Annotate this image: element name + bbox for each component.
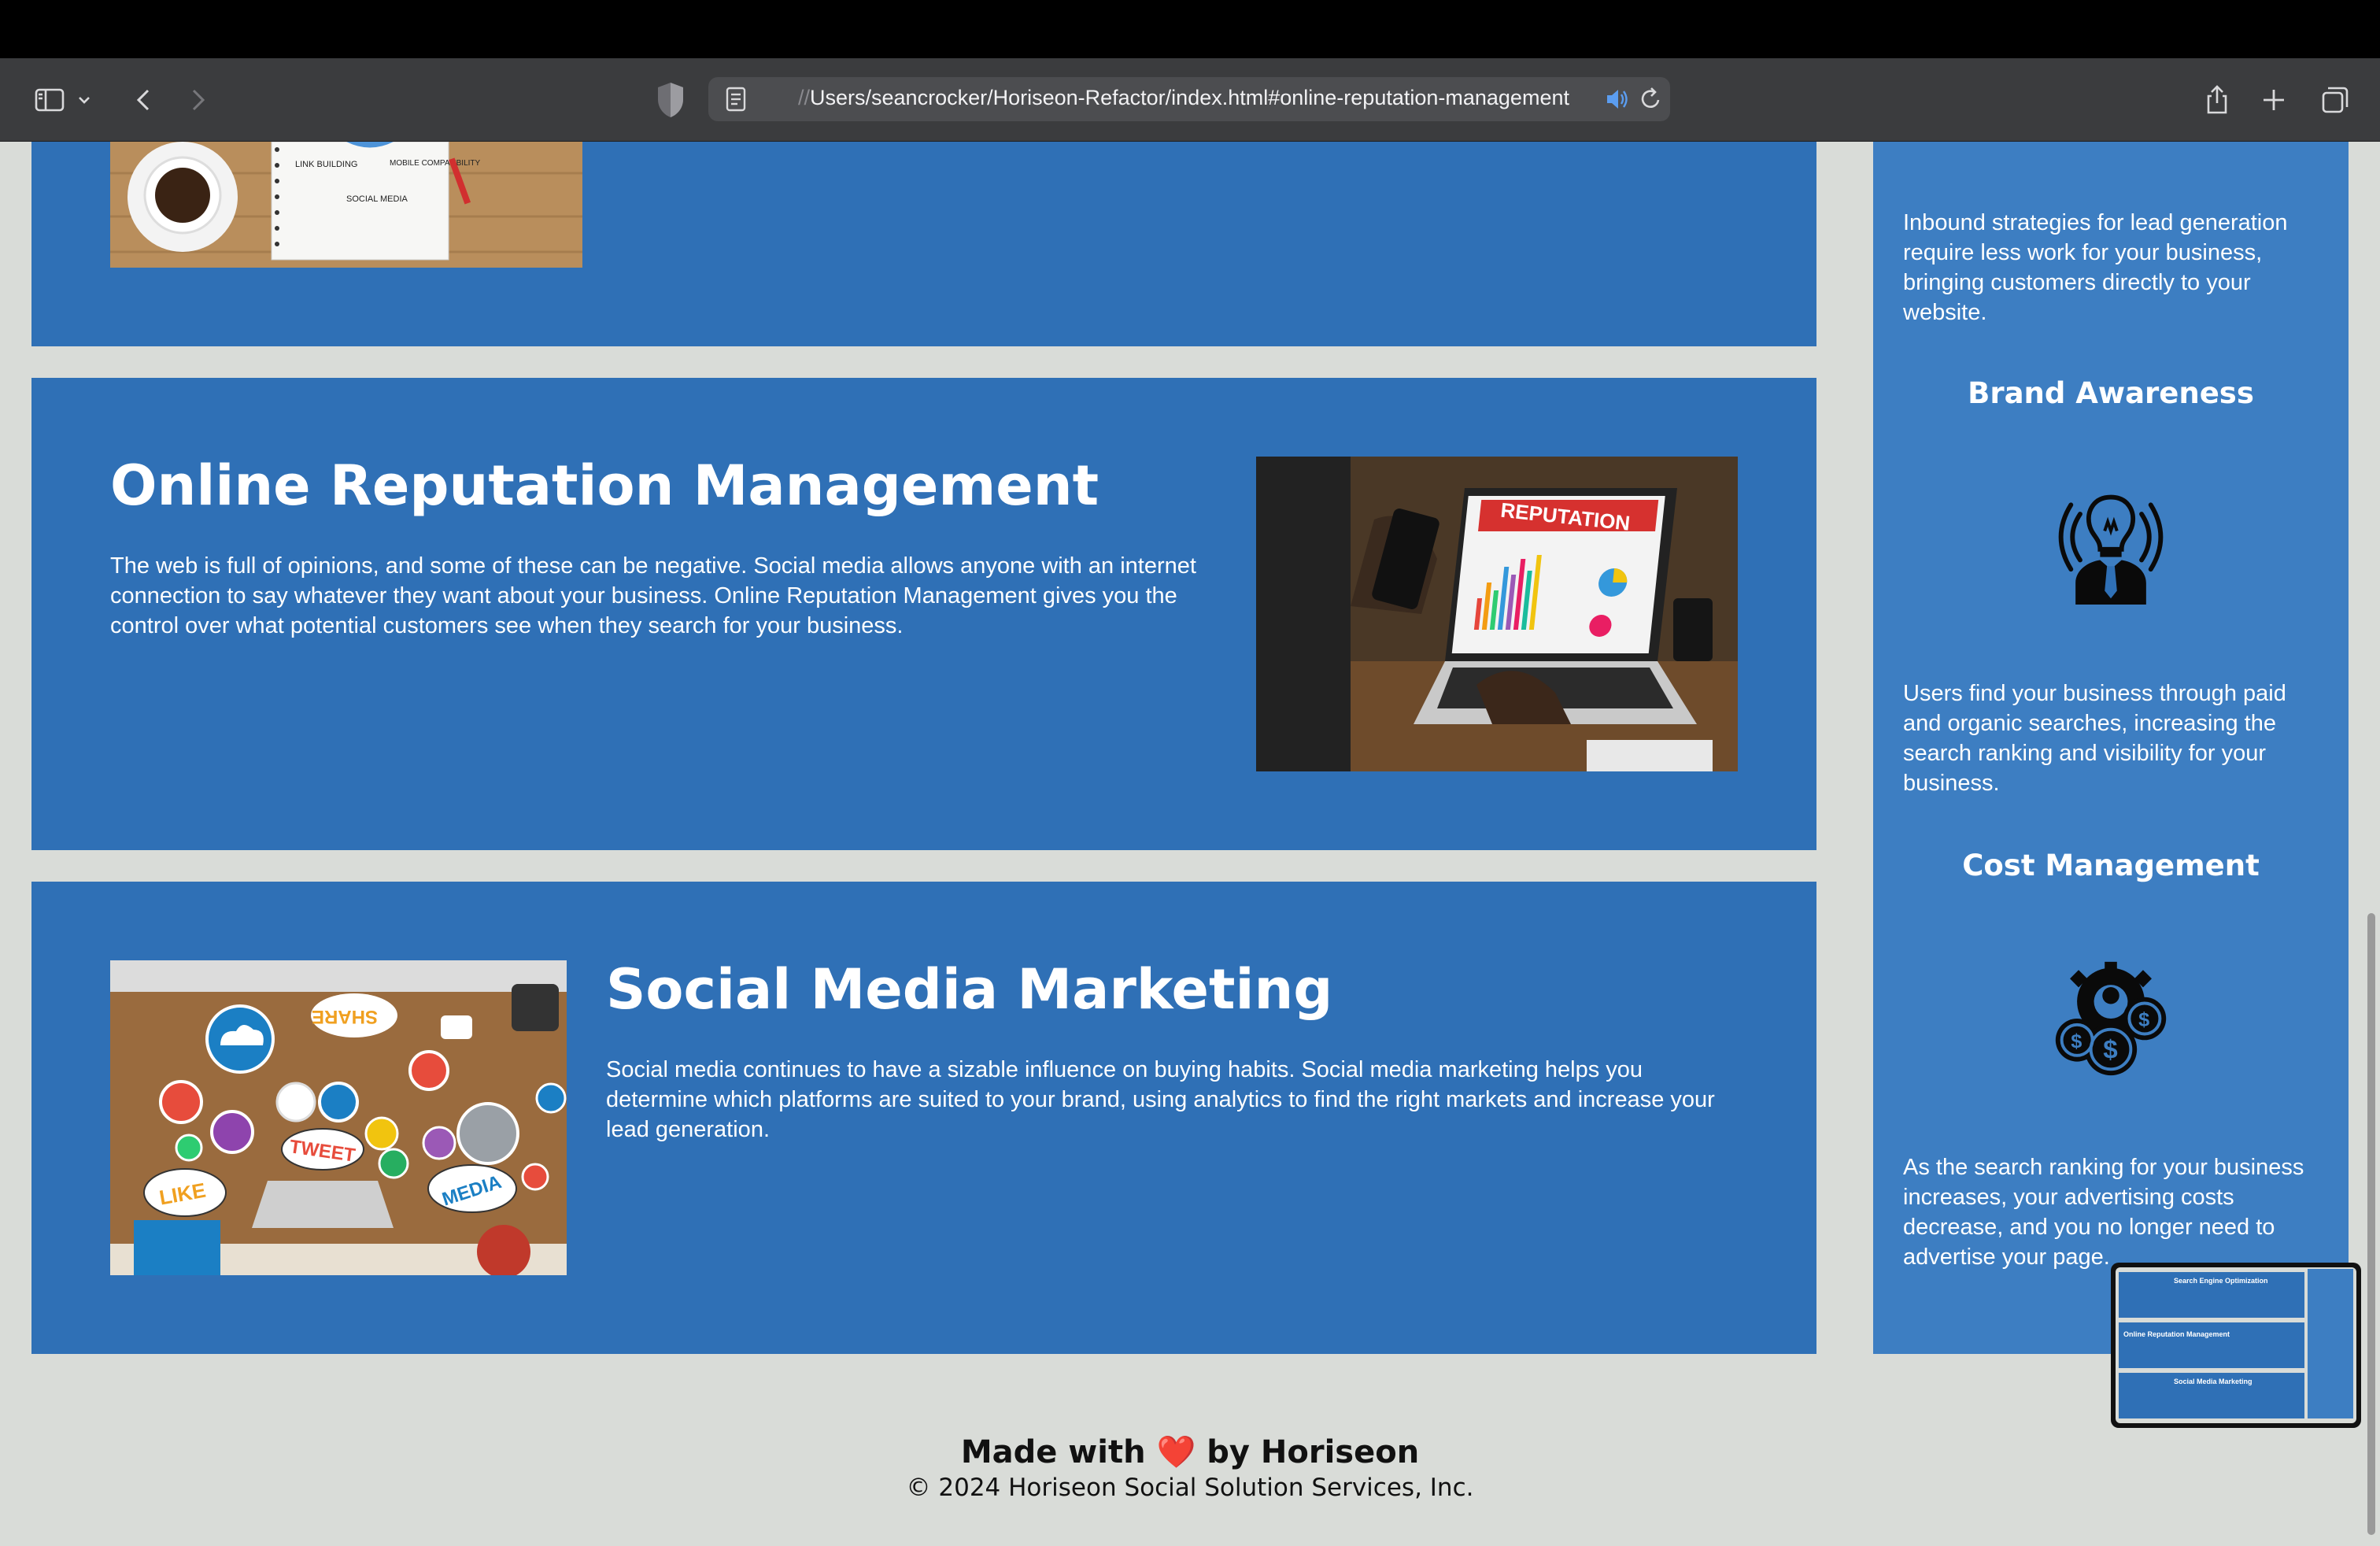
lightbulb-person-icon (2058, 494, 2164, 605)
thumb-item-3: Social Media Marketing (2174, 1378, 2252, 1385)
seo-word-1: LINK BUILDING (295, 160, 357, 169)
reputation-body: The web is full of opinions, and some of… (110, 553, 1196, 638)
share-word: SHARE (312, 1006, 378, 1027)
sidebar-toggle-icon[interactable] (28, 79, 71, 121)
gear-dollar-icon: $ $ $ (2055, 961, 2167, 1076)
made-suffix: by Horiseon (1207, 1434, 1420, 1470)
svg-text:$: $ (2103, 1036, 2117, 1065)
heart-icon: ❤️ (1156, 1434, 1196, 1470)
browser-toolbar: //Users/seancrocker/Horiseon-Refactor/in… (0, 58, 2380, 142)
chevron-down-icon[interactable] (72, 79, 96, 121)
lead-generation-text: Inbound strategies for lead generation r… (1903, 210, 2288, 325)
menu-bar-strip (0, 0, 2380, 58)
page-icon (726, 87, 746, 112)
vertical-scrollbar[interactable] (2367, 913, 2375, 1535)
seo-panel: LINK BUILDING MOBILE COMPATIBILITY SOCIA… (31, 142, 1816, 346)
seo-image: LINK BUILDING MOBILE COMPATIBILITY SOCIA… (110, 142, 582, 268)
made-prefix: Made with (960, 1434, 1146, 1470)
reload-icon[interactable] (1637, 85, 1664, 113)
made-with-line: Made with ❤️ by Horiseon (0, 1433, 2380, 1472)
thumb-item-1: Search Engine Optimization (2174, 1277, 2268, 1285)
brand-awareness-title: Brand Awareness (1968, 376, 2254, 410)
social-media-panel: SHARE TWEET LIKE MEDIA Social Media Mark… (31, 882, 1816, 1354)
tab-overview-icon[interactable] (2314, 79, 2356, 121)
reputation-panel: Online Reputation Management The web is … (31, 378, 1816, 850)
url-scheme: // (798, 86, 811, 109)
copyright-text: © 2024 Horiseon Social Solution Services… (906, 1474, 1474, 1502)
back-arrow-icon[interactable] (123, 79, 165, 121)
speaker-icon[interactable] (1604, 87, 1631, 112)
social-media-body: Social media continues to have a sizable… (606, 1057, 1715, 1142)
svg-text:$: $ (2071, 1030, 2082, 1052)
social-media-title: Social Media Marketing (606, 957, 1333, 1022)
web-page: LINK BUILDING MOBILE COMPATIBILITY SOCIA… (0, 142, 2380, 1546)
url-text[interactable]: //Users/seancrocker/Horiseon-Refactor/in… (798, 86, 1569, 110)
reputation-image: REPUTATION (1256, 457, 1738, 771)
benefits-sidebar: Inbound strategies for lead generation r… (1873, 142, 2349, 1354)
seo-word-2: MOBILE COMPATIBILITY (390, 159, 481, 168)
share-icon[interactable] (2196, 79, 2238, 121)
social-media-image: SHARE TWEET LIKE MEDIA (110, 960, 567, 1275)
privacy-shield-icon[interactable] (655, 80, 686, 120)
page-footer: Made with ❤️ by Horiseon © 2024 Horiseon… (0, 1433, 2380, 1503)
url-path: Users/seancrocker/Horiseon-Refactor/inde… (810, 86, 1569, 109)
new-tab-plus-icon[interactable] (2252, 79, 2295, 121)
cost-management-title: Cost Management (1962, 849, 2260, 882)
reputation-title: Online Reputation Management (110, 453, 1099, 518)
thumb-item-2: Online Reputation Management (2123, 1330, 2230, 1338)
seo-word-3: SOCIAL MEDIA (346, 194, 408, 204)
svg-text:$: $ (2138, 1009, 2149, 1031)
cost-management-text: As the search ranking for your business … (1903, 1155, 2304, 1270)
page-thumbnail-preview[interactable]: Search Engine Optimization Online Reputa… (2111, 1263, 2361, 1428)
brand-awareness-text: Users find your business through paid an… (1903, 681, 2286, 796)
address-bar[interactable]: //Users/seancrocker/Horiseon-Refactor/in… (708, 77, 1670, 121)
forward-arrow-icon[interactable] (176, 79, 219, 121)
